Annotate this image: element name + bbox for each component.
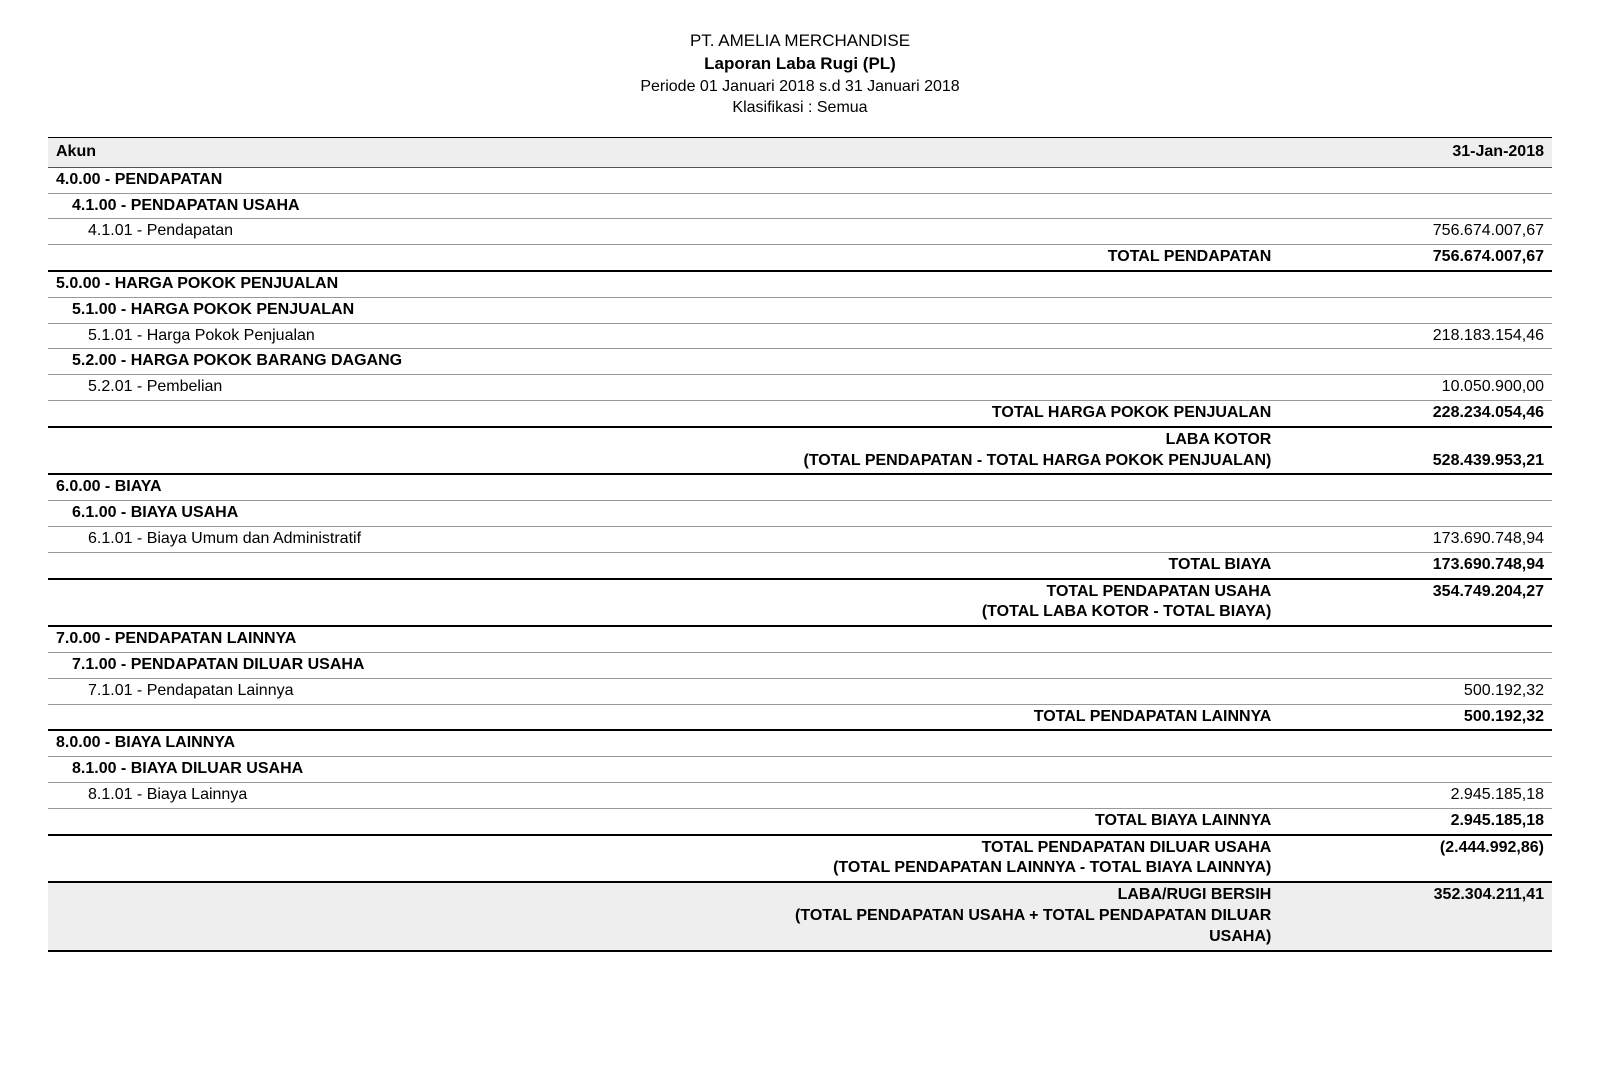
- section-pendapatan: 4.0.00 - PENDAPATAN: [48, 167, 1552, 193]
- account-label: 6.0.00 - BIAYA: [48, 474, 1311, 500]
- laba-rugi-bersih-value: 352.304.211,41: [1311, 882, 1552, 950]
- subsection-biaya-diluar: 8.1.00 - BIAYA DILUAR USAHA: [48, 757, 1552, 783]
- total-label: TOTAL PENDAPATAN: [740, 245, 1312, 271]
- account-label: 8.1.00 - BIAYA DILUAR USAHA: [48, 757, 1311, 783]
- account-label: 5.1.00 - HARGA POKOK PENJUALAN: [48, 297, 1311, 323]
- account-label: 5.1.01 - Harga Pokok Penjualan: [48, 323, 1311, 349]
- account-label: 4.1.01 - Pendapatan: [48, 219, 1311, 245]
- subsection-hpp: 5.1.00 - HARGA POKOK PENJUALAN: [48, 297, 1552, 323]
- report-classification: Klasifikasi : Semua: [48, 97, 1552, 119]
- account-value: 756.674.007,67: [1311, 219, 1552, 245]
- total-pendapatan-usaha-value: 354.749.204,27: [1311, 579, 1552, 627]
- total-value: 228.234.054,46: [1311, 401, 1552, 427]
- account-label: 8.1.01 - Biaya Lainnya: [48, 782, 1311, 808]
- account-label: 5.0.00 - HARGA POKOK PENJUALAN: [48, 271, 1311, 297]
- total-pendapatan: TOTAL PENDAPATAN 756.674.007,67: [48, 245, 1552, 271]
- row-pendapatan: 4.1.01 - Pendapatan 756.674.007,67: [48, 219, 1552, 245]
- account-value: 218.183.154,46: [1311, 323, 1552, 349]
- pl-table: Akun 31-Jan-2018 4.0.00 - PENDAPATAN 4.1…: [48, 137, 1552, 952]
- section-biaya-lainnya: 8.0.00 - BIAYA LAINNYA: [48, 730, 1552, 756]
- section-hpp: 5.0.00 - HARGA POKOK PENJUALAN: [48, 271, 1552, 297]
- account-label: 5.2.00 - HARGA POKOK BARANG DAGANG: [48, 349, 1311, 375]
- laba-kotor-label: LABA KOTOR (TOTAL PENDAPATAN - TOTAL HAR…: [740, 427, 1312, 475]
- laba-rugi-bersih-row: LABA/RUGI BERSIH (TOTAL PENDAPATAN USAHA…: [48, 882, 1552, 950]
- report-header: PT. AMELIA MERCHANDISE Laporan Laba Rugi…: [48, 30, 1552, 119]
- laba-rugi-bersih-label: LABA/RUGI BERSIH (TOTAL PENDAPATAN USAHA…: [740, 882, 1312, 950]
- total-label: TOTAL BIAYA: [740, 552, 1312, 578]
- account-label: 4.0.00 - PENDAPATAN: [48, 167, 1311, 193]
- section-biaya: 6.0.00 - BIAYA: [48, 474, 1552, 500]
- row-pendapatan-lainnya: 7.1.01 - Pendapatan Lainnya 500.192,32: [48, 678, 1552, 704]
- table-header-row: Akun 31-Jan-2018: [48, 138, 1552, 168]
- account-label: 8.0.00 - BIAYA LAINNYA: [48, 730, 1311, 756]
- section-pendapatan-lainnya: 7.0.00 - PENDAPATAN LAINNYA: [48, 626, 1552, 652]
- account-label: 7.1.01 - Pendapatan Lainnya: [48, 678, 1311, 704]
- account-value: 500.192,32: [1311, 678, 1552, 704]
- subsection-pendapatan-diluar: 7.1.00 - PENDAPATAN DILUAR USAHA: [48, 653, 1552, 679]
- subsection-pendapatan-usaha: 4.1.00 - PENDAPATAN USAHA: [48, 193, 1552, 219]
- account-value: 173.690.748,94: [1311, 527, 1552, 553]
- total-pendapatan-diluar-value: (2.444.992,86): [1311, 835, 1552, 883]
- subsection-hpbd: 5.2.00 - HARGA POKOK BARANG DAGANG: [48, 349, 1552, 375]
- total-value: 173.690.748,94: [1311, 552, 1552, 578]
- total-biaya-lainnya: TOTAL BIAYA LAINNYA 2.945.185,18: [48, 808, 1552, 834]
- total-value: 500.192,32: [1311, 704, 1552, 730]
- laba-kotor-row: LABA KOTOR (TOTAL PENDAPATAN - TOTAL HAR…: [48, 427, 1552, 475]
- total-pendapatan-diluar-row: TOTAL PENDAPATAN DILUAR USAHA (TOTAL PEN…: [48, 835, 1552, 883]
- company-name: PT. AMELIA MERCHANDISE: [48, 30, 1552, 53]
- account-value: 10.050.900,00: [1311, 375, 1552, 401]
- row-biaya-umum: 6.1.01 - Biaya Umum dan Administratif 17…: [48, 527, 1552, 553]
- total-label: TOTAL PENDAPATAN LAINNYA: [740, 704, 1312, 730]
- account-value: 2.945.185,18: [1311, 782, 1552, 808]
- row-hpp: 5.1.01 - Harga Pokok Penjualan 218.183.1…: [48, 323, 1552, 349]
- total-pendapatan-lainnya: TOTAL PENDAPATAN LAINNYA 500.192,32: [48, 704, 1552, 730]
- row-pembelian: 5.2.01 - Pembelian 10.050.900,00: [48, 375, 1552, 401]
- total-pendapatan-usaha-label: TOTAL PENDAPATAN USAHA (TOTAL LABA KOTOR…: [740, 579, 1312, 627]
- total-biaya: TOTAL BIAYA 173.690.748,94: [48, 552, 1552, 578]
- account-label: 7.1.00 - PENDAPATAN DILUAR USAHA: [48, 653, 1311, 679]
- total-value: 756.674.007,67: [1311, 245, 1552, 271]
- total-label: TOTAL HARGA POKOK PENJUALAN: [740, 401, 1312, 427]
- total-hpp: TOTAL HARGA POKOK PENJUALAN 228.234.054,…: [48, 401, 1552, 427]
- report-title: Laporan Laba Rugi (PL): [48, 53, 1552, 76]
- account-label: 7.0.00 - PENDAPATAN LAINNYA: [48, 626, 1311, 652]
- total-pendapatan-diluar-label: TOTAL PENDAPATAN DILUAR USAHA (TOTAL PEN…: [740, 835, 1312, 883]
- col-date: 31-Jan-2018: [1311, 138, 1552, 168]
- col-account: Akun: [48, 138, 1311, 168]
- account-label: 6.1.00 - BIAYA USAHA: [48, 501, 1311, 527]
- report-period: Periode 01 Januari 2018 s.d 31 Januari 2…: [48, 76, 1552, 98]
- row-biaya-lainnya: 8.1.01 - Biaya Lainnya 2.945.185,18: [48, 782, 1552, 808]
- subsection-biaya-usaha: 6.1.00 - BIAYA USAHA: [48, 501, 1552, 527]
- laba-kotor-value: 528.439.953,21: [1311, 427, 1552, 475]
- account-label: 4.1.00 - PENDAPATAN USAHA: [48, 193, 1311, 219]
- account-label: 5.2.01 - Pembelian: [48, 375, 1311, 401]
- account-label: 6.1.01 - Biaya Umum dan Administratif: [48, 527, 1311, 553]
- total-value: 2.945.185,18: [1311, 808, 1552, 834]
- total-label: TOTAL BIAYA LAINNYA: [740, 808, 1312, 834]
- total-pendapatan-usaha-row: TOTAL PENDAPATAN USAHA (TOTAL LABA KOTOR…: [48, 579, 1552, 627]
